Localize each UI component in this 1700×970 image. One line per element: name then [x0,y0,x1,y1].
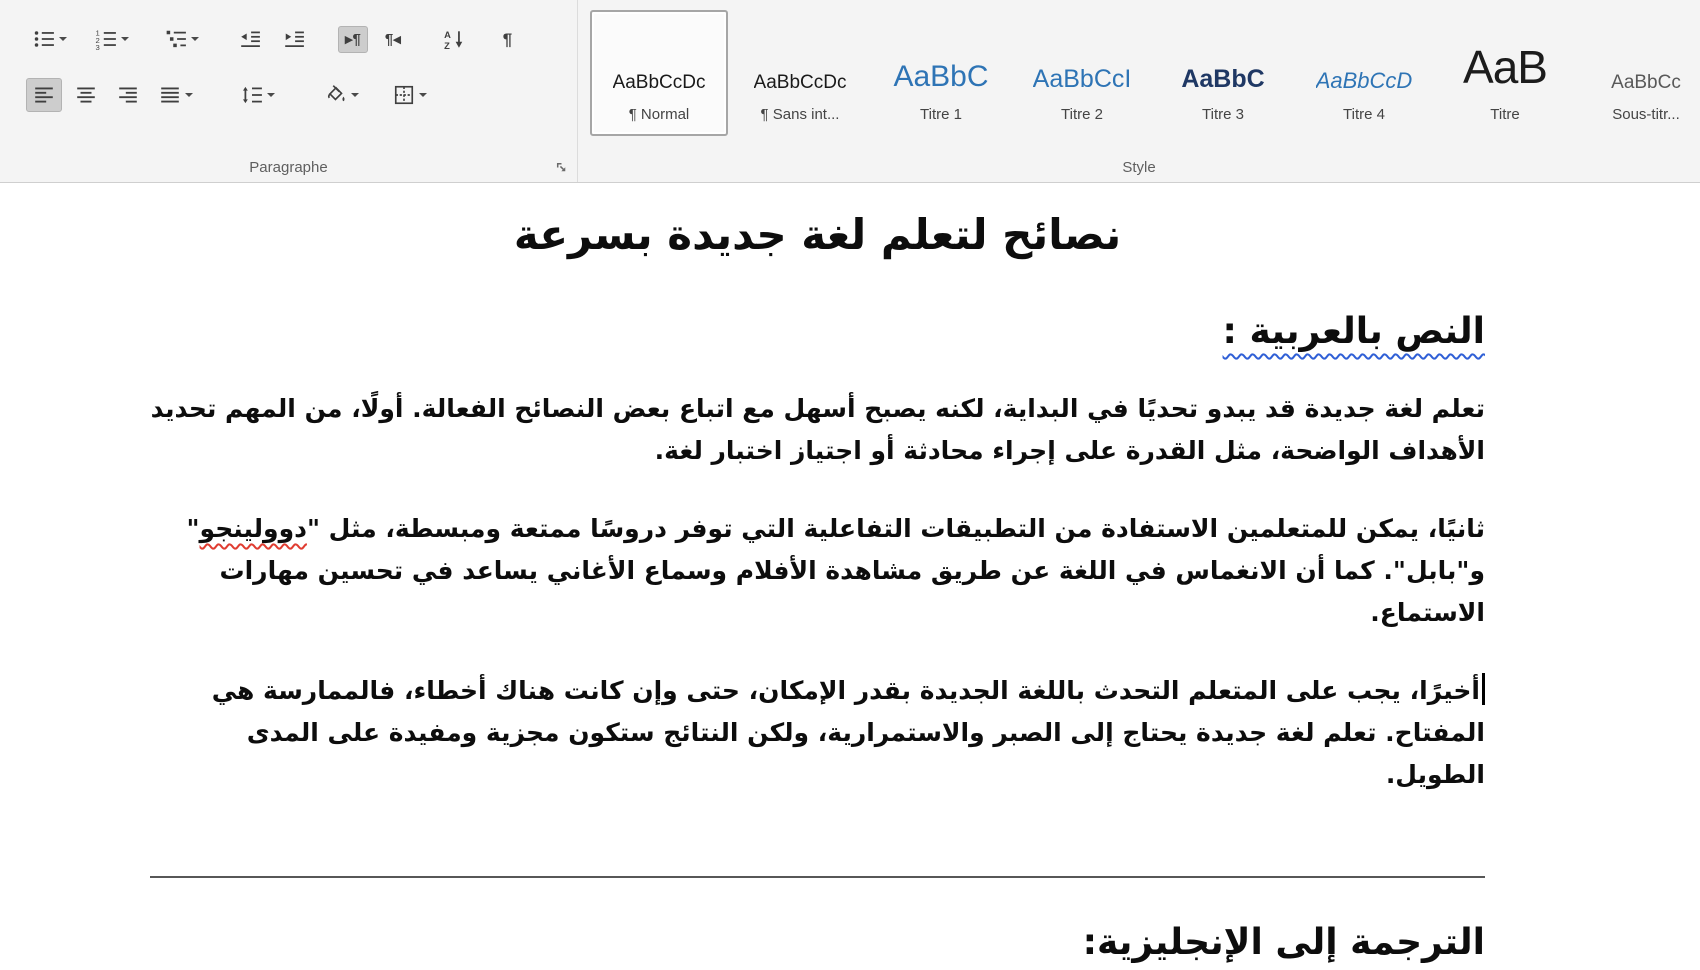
paragraph-2[interactable]: ثانيًا، يمكن للمتعلمين الاستفادة من التط… [150,508,1485,634]
justify-icon [161,87,179,103]
style-preview: AaB [1463,41,1547,93]
style-label: Titre 1 [920,106,962,123]
dropdown-caret-icon[interactable] [191,37,199,41]
justify-button[interactable] [152,78,200,112]
style-preview: AaBbCcDc [753,72,847,93]
document-content: نصائح لتعلم لغة جديدة بسرعة النص بالعربي… [150,210,1485,963]
misspelled-word[interactable]: دوولينجو [200,514,307,543]
line-spacing-button[interactable] [234,78,282,112]
style-card-titre-4[interactable]: AaBbCcD Titre 4 [1295,10,1433,136]
style-label: Sous-titr... [1612,106,1680,123]
style-label: Titre [1490,106,1520,123]
increase-indent-icon [285,31,304,48]
style-label: Titre 2 [1061,106,1103,123]
dropdown-caret-icon[interactable] [419,93,427,97]
style-card-titre-1[interactable]: AaBbC Titre 1 [872,10,1010,136]
style-preview: AaBbCcI [1032,65,1132,93]
line-spacing-icon [242,86,262,104]
borders-icon [394,85,414,105]
ltr-paragraph-icon: ¶◂ [384,30,401,48]
dropdown-caret-icon[interactable] [185,93,193,97]
dialog-launcher-icon [556,162,565,171]
arabic-section-heading[interactable]: النص بالعربية : [150,311,1485,352]
align-center-icon [77,87,95,103]
style-preview: AaBbCcDc [612,72,706,93]
paragraph-row-2 [26,72,577,118]
arabic-heading-text[interactable]: النص بالعربية : [1223,311,1485,352]
paragraph-3[interactable]: أخيرًا، يجب على المتعلم التحدث باللغة ال… [150,670,1485,796]
bullet-list-button[interactable] [26,22,74,56]
style-card-sous-titre[interactable]: AaBbCc Sous-titr... [1577,10,1700,136]
ltr-text-direction-button[interactable]: ¶◂ [378,26,408,53]
svg-text:3: 3 [96,43,100,50]
paragraph-controls: 1 2 3 ▸¶ ¶◂ A Z ¶ [0,0,577,152]
decrease-indent-button[interactable] [232,22,268,56]
style-label: Titre 4 [1343,106,1385,123]
style-card-no-spacing[interactable]: AaBbCcDc ¶ Sans int... [731,10,869,136]
style-preview: AaBbC [893,60,989,93]
paint-bucket-icon [327,85,345,102]
text-cursor [1482,673,1485,705]
style-label: Titre 3 [1202,106,1244,123]
style-preview: AaBbCcD [1315,68,1413,93]
style-label: ¶ Normal [628,106,690,123]
multilevel-list-icon [166,30,186,48]
style-gallery: AaBbCcDc ¶ Normal AaBbCcDc ¶ Sans int...… [578,0,1700,152]
paragraph-row-1: 1 2 3 ▸¶ ¶◂ A Z ¶ [26,16,577,62]
sort-button[interactable]: A Z [436,22,472,56]
multilevel-list-button[interactable] [158,22,206,56]
style-group-footer: Style [578,152,1700,182]
paragraph-3-text[interactable]: أخيرًا، يجب على المتعلم التحدث باللغة ال… [212,676,1485,789]
pilcrow-icon: ¶ [502,29,513,49]
style-card-titre[interactable]: AaB Titre [1436,10,1574,136]
style-group: AaBbCcDc ¶ Normal AaBbCcDc ¶ Sans int...… [578,0,1700,182]
style-preview: AaBbC [1181,65,1265,93]
dropdown-caret-icon[interactable] [59,37,67,41]
dropdown-caret-icon[interactable] [351,93,359,97]
paragraph-group-footer: Paragraphe [0,152,577,182]
shading-button[interactable] [318,78,366,112]
paragraph-group-label: Paragraphe [249,159,328,176]
bullet-list-icon [34,31,54,47]
align-left-icon [35,87,53,103]
increase-indent-button[interactable] [276,22,312,56]
align-right-button[interactable] [110,78,146,112]
rtl-text-direction-button[interactable]: ▸¶ [338,25,368,53]
horizontal-rule [150,876,1485,878]
document-canvas[interactable]: نصائح لتعلم لغة جديدة بسرعة النص بالعربي… [0,184,1700,970]
paragraph-2-before[interactable]: ثانيًا، يمكن للمتعلمين الاستفادة من التط… [307,514,1485,543]
borders-button[interactable] [386,78,434,112]
sort-az-icon: A Z [444,30,462,50]
svg-text:A: A [444,30,451,40]
style-card-titre-3[interactable]: AaBbC Titre 3 [1154,10,1292,136]
svg-text:Z: Z [444,41,450,50]
show-hide-pilcrow-button[interactable]: ¶ [496,25,519,54]
align-left-button[interactable] [26,78,62,112]
translation-section-heading[interactable]: الترجمة إلى الإنجليزية: [150,922,1485,963]
paragraph-group: 1 2 3 ▸¶ ¶◂ A Z ¶ Paragraphe [0,0,578,182]
document-title[interactable]: نصائح لتعلم لغة جديدة بسرعة [150,210,1485,259]
style-preview: AaBbCc [1611,72,1681,93]
align-center-button[interactable] [68,78,104,112]
decrease-indent-icon [241,31,260,48]
word-window: 1 2 3 ▸¶ ¶◂ A Z ¶ Paragraphe AaBbCcDc ¶ … [0,0,1700,970]
dropdown-caret-icon[interactable] [267,93,275,97]
paragraph-1[interactable]: تعلم لغة جديدة قد يبدو تحديًا في البداية… [150,388,1485,472]
rtl-paragraph-icon: ▸¶ [345,30,361,48]
ribbon: 1 2 3 ▸¶ ¶◂ A Z ¶ Paragraphe AaBbCcDc ¶ … [0,0,1700,183]
numbered-list-button[interactable]: 1 2 3 [88,22,136,56]
paragraph-dialog-launcher[interactable] [553,159,569,175]
dropdown-caret-icon[interactable] [121,37,129,41]
style-label: ¶ Sans int... [760,106,840,123]
style-card-normal[interactable]: AaBbCcDc ¶ Normal [590,10,728,136]
style-card-titre-2[interactable]: AaBbCcI Titre 2 [1013,10,1151,136]
align-right-icon [119,87,137,103]
style-group-label: Style [1122,159,1156,176]
numbered-list-icon: 1 2 3 [96,29,116,50]
